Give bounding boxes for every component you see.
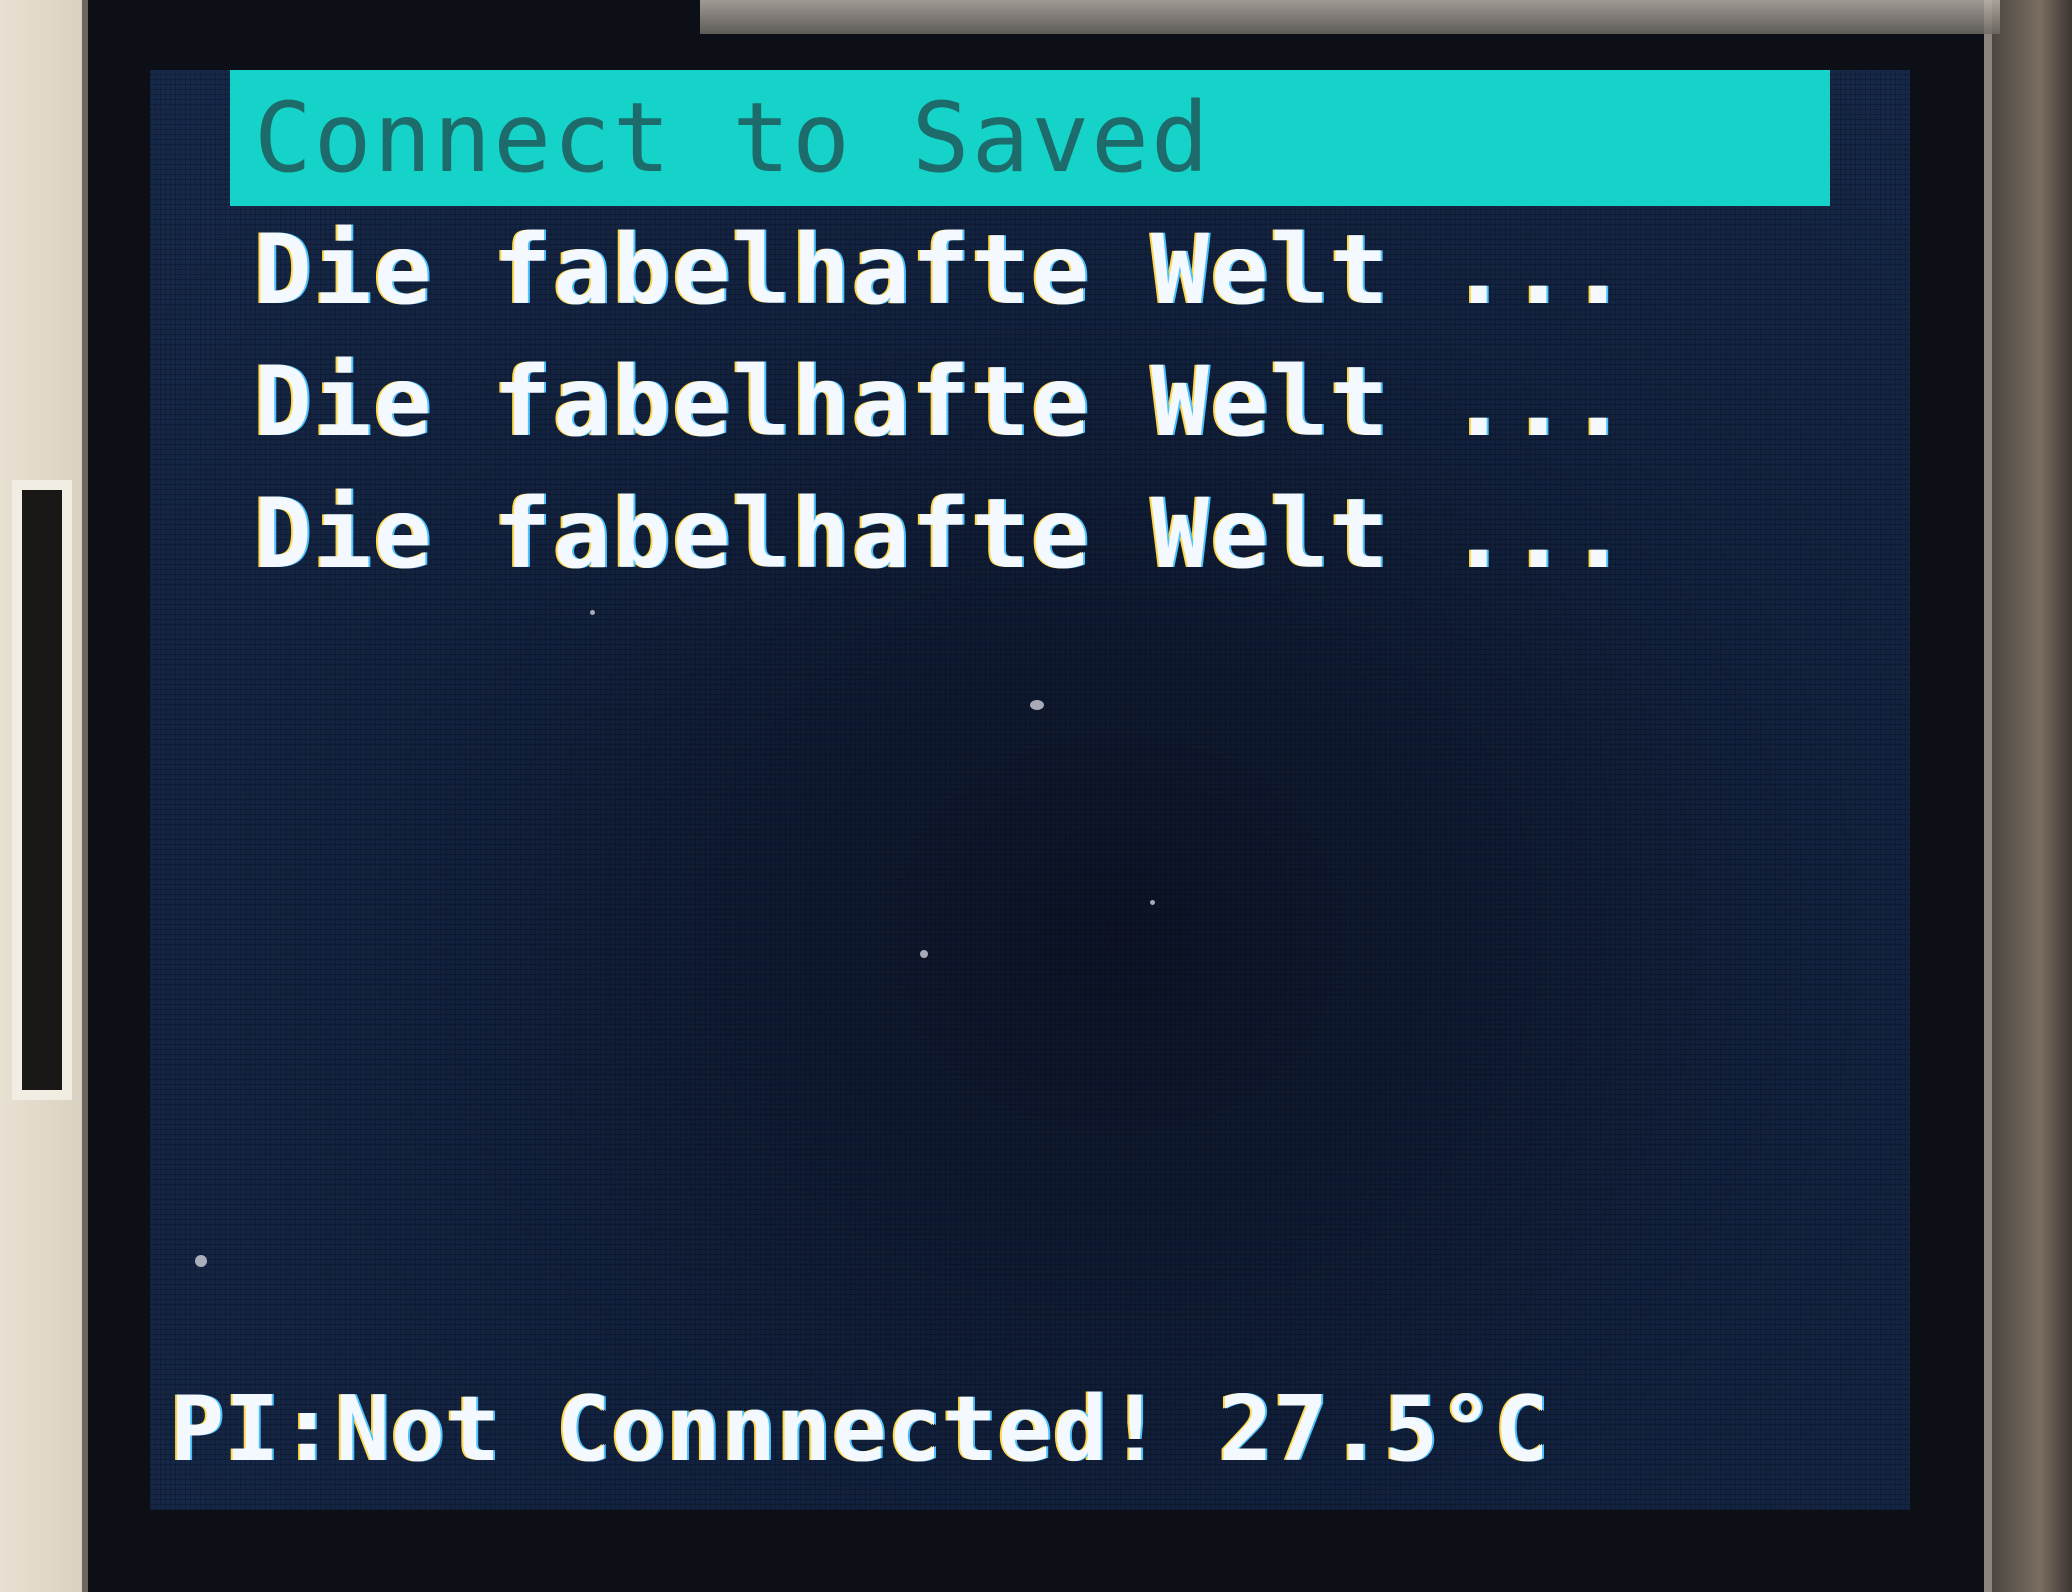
screen-dust-speck <box>1150 900 1155 905</box>
screen-dust-speck <box>590 610 595 615</box>
temperature-readout: 27.5°C <box>1218 1377 1550 1482</box>
status-bar: PI:Not Connnected! 27.5°C <box>170 1370 1890 1490</box>
screen-dust-speck <box>1030 700 1044 710</box>
protective-film-edge <box>700 0 2000 34</box>
enclosure-right-edge <box>1992 0 2072 1592</box>
enclosure-clip <box>12 480 72 1100</box>
screen-dust-speck <box>920 950 928 958</box>
connection-status: Not Connnected! <box>335 1377 1164 1482</box>
menu-item-network[interactable]: Die fabelhafte Welt ... <box>230 466 1830 602</box>
status-prefix: PI: <box>170 1377 336 1482</box>
lcd-screen: Connect to Saved Die fabelhafte Welt ...… <box>150 70 1910 1510</box>
device-photo: Connect to Saved Die fabelhafte Welt ...… <box>0 0 2072 1592</box>
menu-item-network[interactable]: Die fabelhafte Welt ... <box>230 202 1830 338</box>
screen-dust-speck <box>195 1255 207 1267</box>
menu-item-connect-to-saved[interactable]: Connect to Saved <box>230 70 1830 206</box>
menu-item-network[interactable]: Die fabelhafte Welt ... <box>230 334 1830 470</box>
